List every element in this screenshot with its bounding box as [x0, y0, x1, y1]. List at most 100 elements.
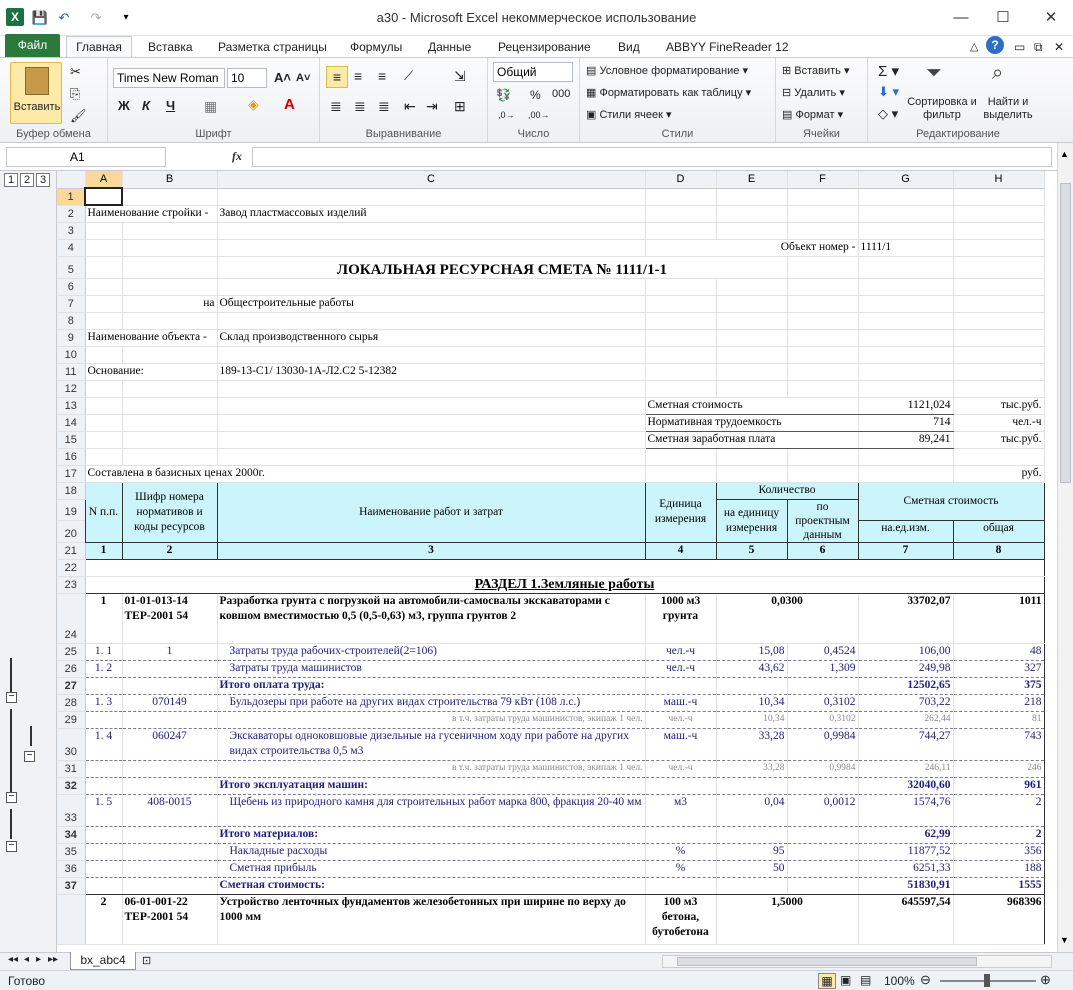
cell[interactable]: 188 — [953, 860, 1045, 878]
scroll-thumb[interactable] — [677, 957, 977, 966]
cell[interactable]: 218 — [953, 694, 1045, 712]
cell[interactable]: 060247 — [122, 728, 218, 761]
cell[interactable]: чел.-ч — [645, 660, 717, 678]
cell[interactable]: 1 — [122, 643, 218, 661]
row-header[interactable]: 21 — [57, 542, 86, 560]
row-header[interactable]: 31 — [57, 760, 86, 778]
merge-center-icon[interactable]: ⊞ — [454, 98, 466, 115]
cell[interactable]: 0,3102 — [787, 694, 859, 712]
cell[interactable]: 645597,54 — [858, 894, 954, 945]
outline-level-1[interactable]: 1 — [4, 173, 18, 187]
cell[interactable]: чел.-ч — [645, 711, 717, 729]
header-number[interactable]: 3 — [216, 541, 646, 560]
align-left-icon[interactable]: ≣ — [330, 98, 342, 115]
cell[interactable]: 2 — [953, 826, 1045, 844]
outline-level-2[interactable]: 2 — [20, 173, 34, 187]
cell[interactable]: маш.-ч — [645, 694, 717, 712]
scroll-up-icon[interactable]: ▲ — [1060, 149, 1069, 159]
format-cells-button[interactable]: ▤ Формат ▾ — [782, 108, 843, 121]
row-header[interactable]: 30 — [57, 728, 86, 761]
collapse-group-button[interactable]: − — [6, 692, 17, 703]
row-header[interactable]: 4 — [57, 239, 86, 257]
header-cell[interactable]: на единицу измерения — [715, 498, 788, 543]
scroll-thumb[interactable] — [1060, 183, 1071, 483]
cell[interactable]: 62,99 — [858, 826, 954, 844]
header-number[interactable]: 5 — [715, 541, 788, 560]
help-icon[interactable]: ? — [986, 36, 1004, 54]
cell[interactable]: Затраты труда рабочих-строителей(2=106) — [217, 643, 646, 661]
header-number[interactable]: 2 — [121, 541, 218, 560]
currency-icon[interactable]: 💱 — [496, 88, 511, 102]
tab-abbyy[interactable]: ABBYY FineReader 12 — [662, 38, 793, 58]
cell[interactable]: Основание: — [85, 363, 218, 381]
header-cell[interactable]: Наименование работ и затрат — [216, 481, 646, 543]
cell[interactable]: 0,4524 — [787, 643, 859, 661]
restore-workbook-icon[interactable]: ⧉ — [1030, 38, 1047, 58]
font-size-select[interactable]: 10 — [227, 68, 267, 88]
autosum-icon[interactable]: Σ ▾ — [878, 62, 899, 80]
row-header[interactable]: 12 — [57, 380, 86, 398]
zoom-in-icon[interactable]: ⊕ — [1040, 972, 1051, 988]
header-cell[interactable]: по проектным данным — [786, 498, 859, 543]
cell[interactable]: 961 — [953, 777, 1045, 795]
conditional-formatting-button[interactable]: ▤ Условное форматирование ▾ — [586, 64, 748, 77]
increase-indent-icon[interactable]: ⇥ — [426, 98, 438, 115]
row-header[interactable]: 35 — [57, 843, 86, 861]
cell[interactable]: 249,98 — [858, 660, 954, 678]
tab-file[interactable]: Файл — [5, 34, 60, 57]
italic-button[interactable]: К — [142, 98, 150, 113]
sort-filter-button[interactable]: Сортировка и фильтр — [906, 96, 978, 122]
delete-cells-button[interactable]: ⊟ Удалить ▾ — [782, 86, 845, 99]
cut-icon[interactable]: ✂ — [70, 64, 81, 80]
cell[interactable]: чел.-ч — [645, 760, 717, 778]
cell[interactable]: тыс.руб. — [953, 397, 1045, 415]
cell[interactable]: Склад производственного сырья — [217, 329, 646, 347]
tab-page-layout[interactable]: Разметка страницы — [214, 38, 331, 58]
active-cell[interactable] — [84, 187, 123, 206]
header-cell[interactable]: на.ед.изм. — [857, 520, 954, 543]
paste-button[interactable]: Вставить — [10, 62, 62, 124]
min-workbook-icon[interactable]: ▭ — [1010, 38, 1029, 58]
cell[interactable]: 968396 — [953, 894, 1045, 945]
cell[interactable]: 32040,60 — [858, 777, 954, 795]
format-painter-icon[interactable]: 🖌 — [70, 108, 87, 124]
sheet-nav-prev-icon[interactable]: ◂ — [24, 954, 29, 965]
row-header[interactable]: 18 — [57, 482, 86, 500]
header-cell[interactable]: Количество — [715, 481, 859, 500]
zoom-out-icon[interactable]: ⊖ — [920, 972, 931, 988]
cell[interactable]: Наименование стройки - — [85, 205, 218, 223]
cell[interactable]: 10,34 — [716, 694, 788, 712]
maximize-button[interactable]: ☐ — [988, 6, 1018, 30]
row-header[interactable]: 8 — [57, 312, 86, 330]
cell[interactable]: в т.ч. затраты труда машинистов, экипаж … — [217, 760, 646, 778]
decrease-decimal-icon[interactable]: ,00→ — [528, 110, 550, 120]
insert-cells-button[interactable]: ⊞ Вставить ▾ — [782, 64, 850, 77]
header-cell[interactable]: Единица измерения — [644, 481, 717, 543]
number-format-select[interactable]: Общий — [493, 62, 573, 82]
cell[interactable]: 06-01-001-22 ТЕР-2001 54 — [122, 894, 218, 945]
clear-icon[interactable]: ◇ ▾ — [878, 106, 898, 122]
header-cell[interactable]: Шифр номера нормативов и коды ресурсов — [121, 481, 218, 543]
header-cell[interactable]: Сметная стоимость — [857, 481, 1045, 521]
header-number[interactable]: 8 — [952, 541, 1045, 560]
row-header[interactable]: 28 — [57, 694, 86, 712]
tab-view[interactable]: Вид — [614, 38, 644, 58]
collapse-group-button[interactable]: − — [24, 751, 35, 762]
tab-insert[interactable]: Вставка — [144, 38, 197, 58]
row-header[interactable]: 13 — [57, 397, 86, 415]
cell[interactable]: Объект номер - — [645, 239, 859, 257]
row-header[interactable]: 6 — [57, 278, 86, 296]
cell[interactable]: 11877,52 — [858, 843, 954, 861]
cell[interactable]: 33,28 — [716, 728, 788, 761]
cell[interactable]: на — [122, 295, 218, 313]
percent-icon[interactable]: % — [530, 88, 541, 102]
cell[interactable]: 356 — [953, 843, 1045, 861]
cell[interactable]: 1,5000 — [716, 894, 859, 945]
cell[interactable]: Наименование объекта - — [85, 329, 218, 347]
cell[interactable]: 703,22 — [858, 694, 954, 712]
row-header[interactable]: 19 — [57, 499, 86, 521]
cell[interactable]: 01-01-013-14 ТЕР-2001 54 — [122, 593, 218, 644]
sheet-nav-next-icon[interactable]: ▸ — [36, 954, 41, 965]
cell[interactable]: 89,241 — [858, 431, 954, 449]
shrink-font-icon[interactable]: A˅ — [296, 72, 310, 84]
